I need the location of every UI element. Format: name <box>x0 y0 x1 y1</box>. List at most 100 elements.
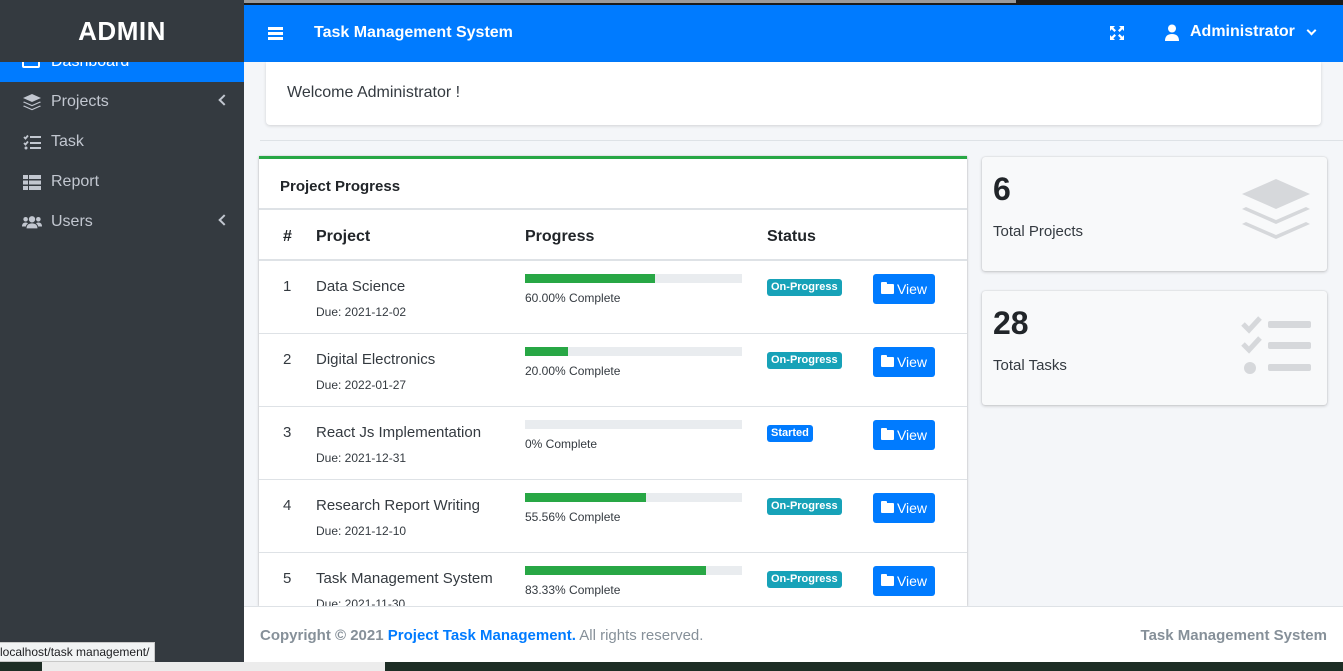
folder-icon <box>880 355 894 367</box>
project-name: Task Management System <box>316 570 493 587</box>
brand-text: ADMIN <box>78 15 166 46</box>
sidebar-item-label: Users <box>51 213 93 230</box>
table-row: 5 Task Management System Due: 2021-11-30… <box>259 553 967 606</box>
status-badge: On-Progress <box>767 571 842 588</box>
project-name: Data Science <box>316 278 406 295</box>
footer: Copyright © 2021 Project Task Management… <box>244 606 1343 662</box>
fullscreen-icon[interactable] <box>1109 25 1125 41</box>
menu-toggle-icon[interactable] <box>268 27 283 40</box>
due-date: Due: 2022-01-27 <box>316 378 407 392</box>
view-button-label: View <box>896 354 928 370</box>
progress-bar-fill <box>525 493 646 502</box>
table-row: 1 Data Science Due: 2021-12-02 60.00% Co… <box>259 261 967 334</box>
status-badge: On-Progress <box>767 279 842 296</box>
status-url-tooltip: localhost/task management/ <box>0 642 156 662</box>
progress-bar-fill <box>525 566 706 575</box>
view-button-label: View <box>896 500 928 516</box>
view-button-label: View <box>896 281 928 297</box>
progress-text: 55.56% Complete <box>525 510 621 524</box>
table-row: 2 Digital Electronics Due: 2022-01-27 20… <box>259 334 967 407</box>
sidebar-item-label: Dashboard <box>51 62 129 71</box>
column-header-number: # <box>283 228 292 245</box>
card-header: Project Progress <box>259 159 967 210</box>
progress-text: 60.00% Complete <box>525 291 621 305</box>
user-name: Administrator <box>1190 23 1295 40</box>
due-date: Due: 2021-12-31 <box>316 451 407 465</box>
dashboard-icon <box>22 62 40 68</box>
sidebar-item-task[interactable]: Task <box>0 122 244 162</box>
tasks-icon <box>22 134 42 150</box>
due-date: Due: 2021-12-10 <box>316 524 407 538</box>
users-icon <box>22 214 42 230</box>
progress-text: 20.00% Complete <box>525 364 621 378</box>
rights-text: All rights reserved. <box>579 627 704 644</box>
progress-text: 83.33% Complete <box>525 583 621 597</box>
column-header-project: Project <box>316 228 371 245</box>
sidebar-item-label: Report <box>51 173 100 190</box>
table-row: 4 Research Report Writing Due: 2021-12-1… <box>259 480 967 553</box>
status-badge: On-Progress <box>767 352 842 369</box>
view-button[interactable]: View <box>873 274 935 304</box>
row-number: 1 <box>283 278 292 295</box>
progress-bar <box>525 493 742 502</box>
sidebar-item-projects[interactable]: Projects <box>0 82 244 122</box>
total-tasks-card[interactable]: 28 Total Tasks <box>982 291 1327 405</box>
sidebar: ADMIN Dashboard Projects Task Report Use… <box>0 0 244 671</box>
folder-icon <box>880 282 894 294</box>
row-number: 4 <box>283 497 292 514</box>
view-button-label: View <box>896 427 928 443</box>
total-projects-card[interactable]: 6 Total Projects <box>982 157 1327 271</box>
footer-app-name: Task Management System <box>1140 627 1327 644</box>
sidebar-item-label: Projects <box>51 93 109 110</box>
view-button[interactable]: View <box>873 566 935 596</box>
status-badge: Started <box>767 425 813 442</box>
tasks-icon <box>1241 316 1311 374</box>
folder-icon <box>880 501 894 513</box>
view-button-label: View <box>896 573 928 589</box>
divider <box>260 140 1343 141</box>
column-header-status: Status <box>767 228 816 245</box>
stat-value: 6 <box>993 171 1011 207</box>
view-button[interactable]: View <box>873 420 935 450</box>
row-number: 5 <box>283 570 292 587</box>
app-title: Task Management System <box>314 24 513 41</box>
project-name: Research Report Writing <box>316 497 480 514</box>
welcome-card: Welcome Administrator ! <box>266 62 1321 125</box>
view-button[interactable]: View <box>873 493 935 523</box>
user-icon <box>1164 24 1180 41</box>
view-button[interactable]: View <box>873 347 935 377</box>
user-menu[interactable]: Administrator <box>1164 23 1317 41</box>
os-taskbar <box>0 662 1343 671</box>
chevron-left-icon <box>218 94 230 106</box>
card-title: Project Progress <box>280 178 401 195</box>
progress-bar-fill <box>525 274 656 283</box>
sidebar-item-label: Task <box>51 133 84 150</box>
progress-bar <box>525 566 742 575</box>
row-number: 2 <box>283 351 292 368</box>
project-name: Digital Electronics <box>316 351 436 368</box>
chevron-left-icon <box>218 214 230 226</box>
status-badge: On-Progress <box>767 498 842 515</box>
copyright: Copyright © 2021 Project Task Management… <box>260 627 703 644</box>
progress-bar <box>525 347 742 356</box>
progress-text: 0% Complete <box>525 437 598 451</box>
progress-bar <box>525 274 742 283</box>
project-name: React Js Implementation <box>316 424 482 441</box>
stat-value: 28 <box>993 305 1029 341</box>
progress-bar <box>525 420 742 429</box>
welcome-text: Welcome Administrator ! <box>287 84 461 101</box>
row-number: 3 <box>283 424 292 441</box>
sidebar-item-report[interactable]: Report <box>0 162 244 202</box>
top-navbar: Task Management System Administrator <box>244 5 1343 62</box>
sidebar-item-dashboard[interactable]: Dashboard <box>0 62 244 82</box>
brand-logo[interactable]: ADMIN <box>0 0 244 62</box>
folder-icon <box>880 428 894 440</box>
due-date: Due: 2021-12-02 <box>316 305 407 319</box>
project-progress-card: Project Progress # Project Progress Stat… <box>259 156 967 606</box>
progress-bar-fill <box>525 347 569 356</box>
layers-icon <box>22 93 42 111</box>
stat-label: Total Projects <box>993 223 1084 240</box>
sidebar-item-users[interactable]: Users <box>0 202 244 242</box>
chevron-down-icon <box>1306 25 1317 35</box>
footer-link[interactable]: Project Task Management. <box>388 627 576 644</box>
